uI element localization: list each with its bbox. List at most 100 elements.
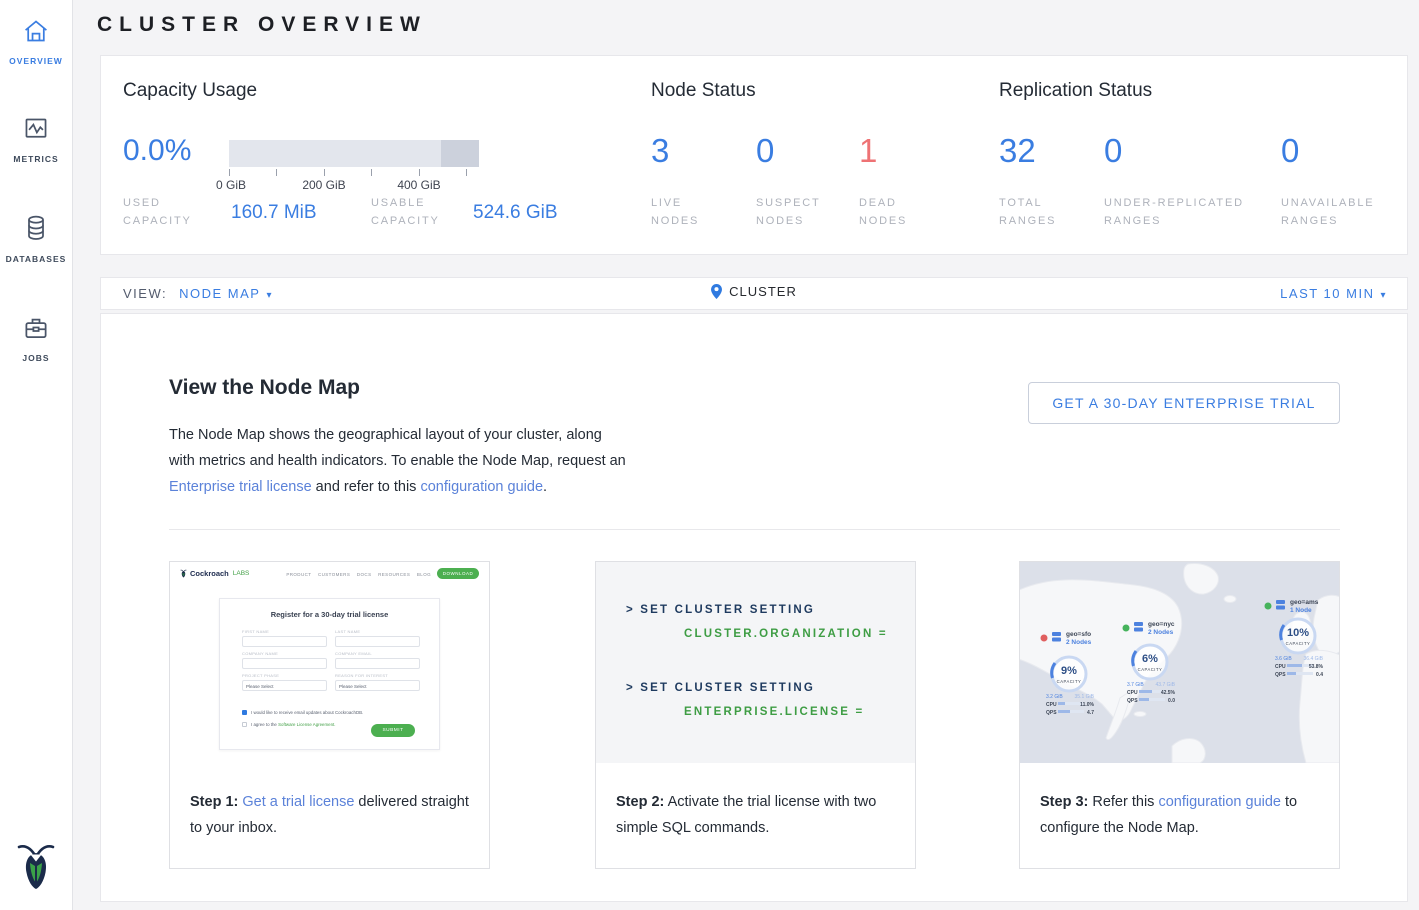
svg-text:35.1 GiB: 35.1 GiB: [1075, 694, 1095, 700]
configuration-guide-link[interactable]: configuration guide: [420, 479, 543, 495]
node-map-title: View the Node Map: [169, 376, 360, 400]
sql-line-2: > SET CLUSTER SETTING: [626, 682, 815, 694]
total-ranges-label: TOTALRANGES: [999, 194, 1056, 230]
svg-text:CAPACITY: CAPACITY: [1286, 641, 1311, 646]
enterprise-trial-license-link[interactable]: Enterprise trial license: [169, 479, 312, 495]
under-replicated-value: 0: [1104, 132, 1122, 170]
step-3-caption: Step 3: Refer this configuration guide t…: [1020, 763, 1339, 841]
usable-capacity-value: 524.6 GiB: [473, 202, 558, 224]
svg-text:geo=sfo: geo=sfo: [1066, 631, 1091, 638]
sidebar-item-jobs[interactable]: JOBS: [0, 296, 72, 373]
svg-text:CPU: CPU: [1275, 664, 1286, 670]
page-title: CLUSTER OVERVIEW: [97, 13, 427, 37]
step-3-card: geo=sfo 2 Nodes 9% CAPACITY 3.2 GiB 35.1…: [1019, 561, 1340, 869]
live-nodes-label: LIVENODES: [651, 194, 699, 230]
cockroach-bug-icon: [180, 569, 187, 578]
suspect-nodes-value: 0: [756, 132, 774, 170]
svg-text:42.5%: 42.5%: [1161, 690, 1176, 696]
unavailable-ranges-value: 0: [1281, 132, 1299, 170]
svg-text:CAPACITY: CAPACITY: [1138, 667, 1163, 672]
svg-text:53.8%: 53.8%: [1309, 664, 1324, 670]
suspect-nodes-label: SUSPECTNODES: [756, 194, 821, 230]
sidebar-item-metrics[interactable]: METRICS: [0, 98, 72, 174]
sidebar-item-overview[interactable]: OVERVIEW: [0, 0, 72, 76]
svg-text:10%: 10%: [1287, 627, 1309, 639]
sql-line-1: > SET CLUSTER SETTING: [626, 604, 815, 616]
sql-line-2-arg: ENTERPRISE.LICENSE =: [684, 706, 864, 718]
svg-text:3.7 GiB: 3.7 GiB: [1127, 682, 1144, 688]
live-nodes-value: 3: [651, 132, 669, 170]
svg-text:9%: 9%: [1061, 665, 1077, 677]
enterprise-trial-button[interactable]: GET A 30-DAY ENTERPRISE TRIAL: [1028, 382, 1340, 424]
mini-nav-links: PRODUCT CUSTOMERS DOCS RESOURCES BLOG: [286, 572, 431, 577]
briefcase-icon: [22, 314, 50, 341]
cockroachdb-logo: [16, 841, 56, 896]
view-toolbar: VIEW: NODE MAP▾ CLUSTER LAST 10 MIN▾: [100, 277, 1408, 310]
svg-text:2 Nodes: 2 Nodes: [1148, 629, 1174, 636]
section-divider: [169, 529, 1340, 530]
svg-text:geo=nyc: geo=nyc: [1148, 621, 1175, 628]
svg-text:3.6 GiB: 3.6 GiB: [1275, 656, 1292, 662]
capacity-used-percent: 0.0%: [123, 134, 191, 168]
database-icon: [22, 214, 50, 242]
svg-text:6%: 6%: [1142, 653, 1158, 665]
cluster-breadcrumb[interactable]: CLUSTER: [711, 284, 797, 299]
step-2-caption: Step 2: Activate the trial license with …: [596, 763, 915, 841]
used-capacity-label: USEDCAPACITY: [123, 194, 192, 230]
svg-text:0.0: 0.0: [1168, 698, 1175, 704]
svg-text:QPS: QPS: [1127, 698, 1138, 704]
sidebar-item-label: DATABASES: [0, 254, 72, 264]
svg-text:2 Nodes: 2 Nodes: [1066, 639, 1092, 646]
svg-text:43.7 GiB: 43.7 GiB: [1156, 682, 1176, 688]
svg-text:3.2 GiB: 3.2 GiB: [1046, 694, 1063, 700]
svg-text:CPU: CPU: [1046, 702, 1057, 708]
capacity-usage-title: Capacity Usage: [123, 80, 257, 102]
sidebar: OVERVIEW METRICS DATABASES JOBS: [0, 0, 73, 910]
unavailable-ranges-label: UNAVAILABLERANGES: [1281, 194, 1374, 230]
sidebar-item-databases[interactable]: DATABASES: [0, 196, 72, 274]
node-map-thumbnail: geo=sfo 2 Nodes 9% CAPACITY 3.2 GiB 35.1…: [1020, 562, 1339, 763]
sidebar-item-label: OVERVIEW: [0, 56, 72, 66]
mini-checkbox-updates: I would like to receive email updates ab…: [242, 710, 363, 715]
svg-text:CPU: CPU: [1127, 690, 1138, 696]
svg-text:1 Node: 1 Node: [1290, 607, 1312, 614]
mini-register-form: Register for a 30-day trial license FIRS…: [219, 598, 440, 750]
sidebar-item-label: METRICS: [0, 154, 72, 164]
sql-line-1-arg: CLUSTER.ORGANIZATION =: [684, 628, 888, 640]
mini-download-button: DOWNLOAD: [437, 568, 479, 579]
dead-nodes-value: 1: [859, 132, 877, 170]
mini-form-title: Register for a 30-day trial license: [220, 610, 439, 619]
time-range-dropdown[interactable]: LAST 10 MIN▾: [1280, 286, 1387, 301]
node-map-onboarding-panel: View the Node Map The Node Map shows the…: [100, 313, 1408, 902]
configuration-guide-link-2[interactable]: configuration guide: [1158, 794, 1281, 810]
total-ranges-value: 32: [999, 132, 1036, 170]
mini-submit-button: SUBMIT: [371, 724, 415, 737]
step-1-card: CockroachLABS PRODUCT CUSTOMERS DOCS RES…: [169, 561, 490, 869]
sidebar-item-label: JOBS: [0, 353, 72, 363]
mini-map-region-ams: geo=ams 1 Node 10% CAPACITY 3.6 GiB 36.4…: [1265, 599, 1324, 678]
step-2-card: > SET CLUSTER SETTING CLUSTER.ORGANIZATI…: [595, 561, 916, 869]
get-trial-license-link[interactable]: Get a trial license: [242, 794, 354, 810]
under-replicated-label: UNDER-REPLICATEDRANGES: [1104, 194, 1244, 230]
usable-capacity-label: USABLECAPACITY: [371, 194, 440, 230]
trial-license-form-thumbnail: CockroachLABS PRODUCT CUSTOMERS DOCS RES…: [170, 562, 489, 763]
sql-commands-thumbnail: > SET CLUSTER SETTING CLUSTER.ORGANIZATI…: [596, 562, 915, 763]
map-pin-icon: [711, 284, 722, 299]
svg-text:0.4: 0.4: [1316, 672, 1323, 678]
cockroach-labs-logo: CockroachLABS: [180, 569, 249, 578]
dead-nodes-label: DEADNODES: [859, 194, 907, 230]
node-map-description: The Node Map shows the geographical layo…: [169, 422, 627, 500]
used-capacity-value: 160.7 MiB: [231, 202, 317, 224]
svg-text:11.0%: 11.0%: [1080, 702, 1094, 708]
capacity-bar: [229, 140, 479, 167]
step-1-caption: Step 1: Get a trial license delivered st…: [170, 763, 489, 841]
capacity-bar-ticks: [229, 169, 479, 177]
chevron-down-icon: ▾: [1380, 290, 1387, 301]
cluster-summary-panel: Capacity Usage Node Status Replication S…: [100, 55, 1408, 255]
svg-text:QPS: QPS: [1275, 672, 1286, 678]
svg-text:36.4 GiB: 36.4 GiB: [1304, 656, 1324, 662]
home-icon: [22, 18, 50, 44]
mini-checkbox-license: I agree to the Software License Agreemen…: [242, 722, 335, 727]
svg-text:CAPACITY: CAPACITY: [1057, 679, 1082, 684]
replication-status-title: Replication Status: [999, 80, 1152, 102]
